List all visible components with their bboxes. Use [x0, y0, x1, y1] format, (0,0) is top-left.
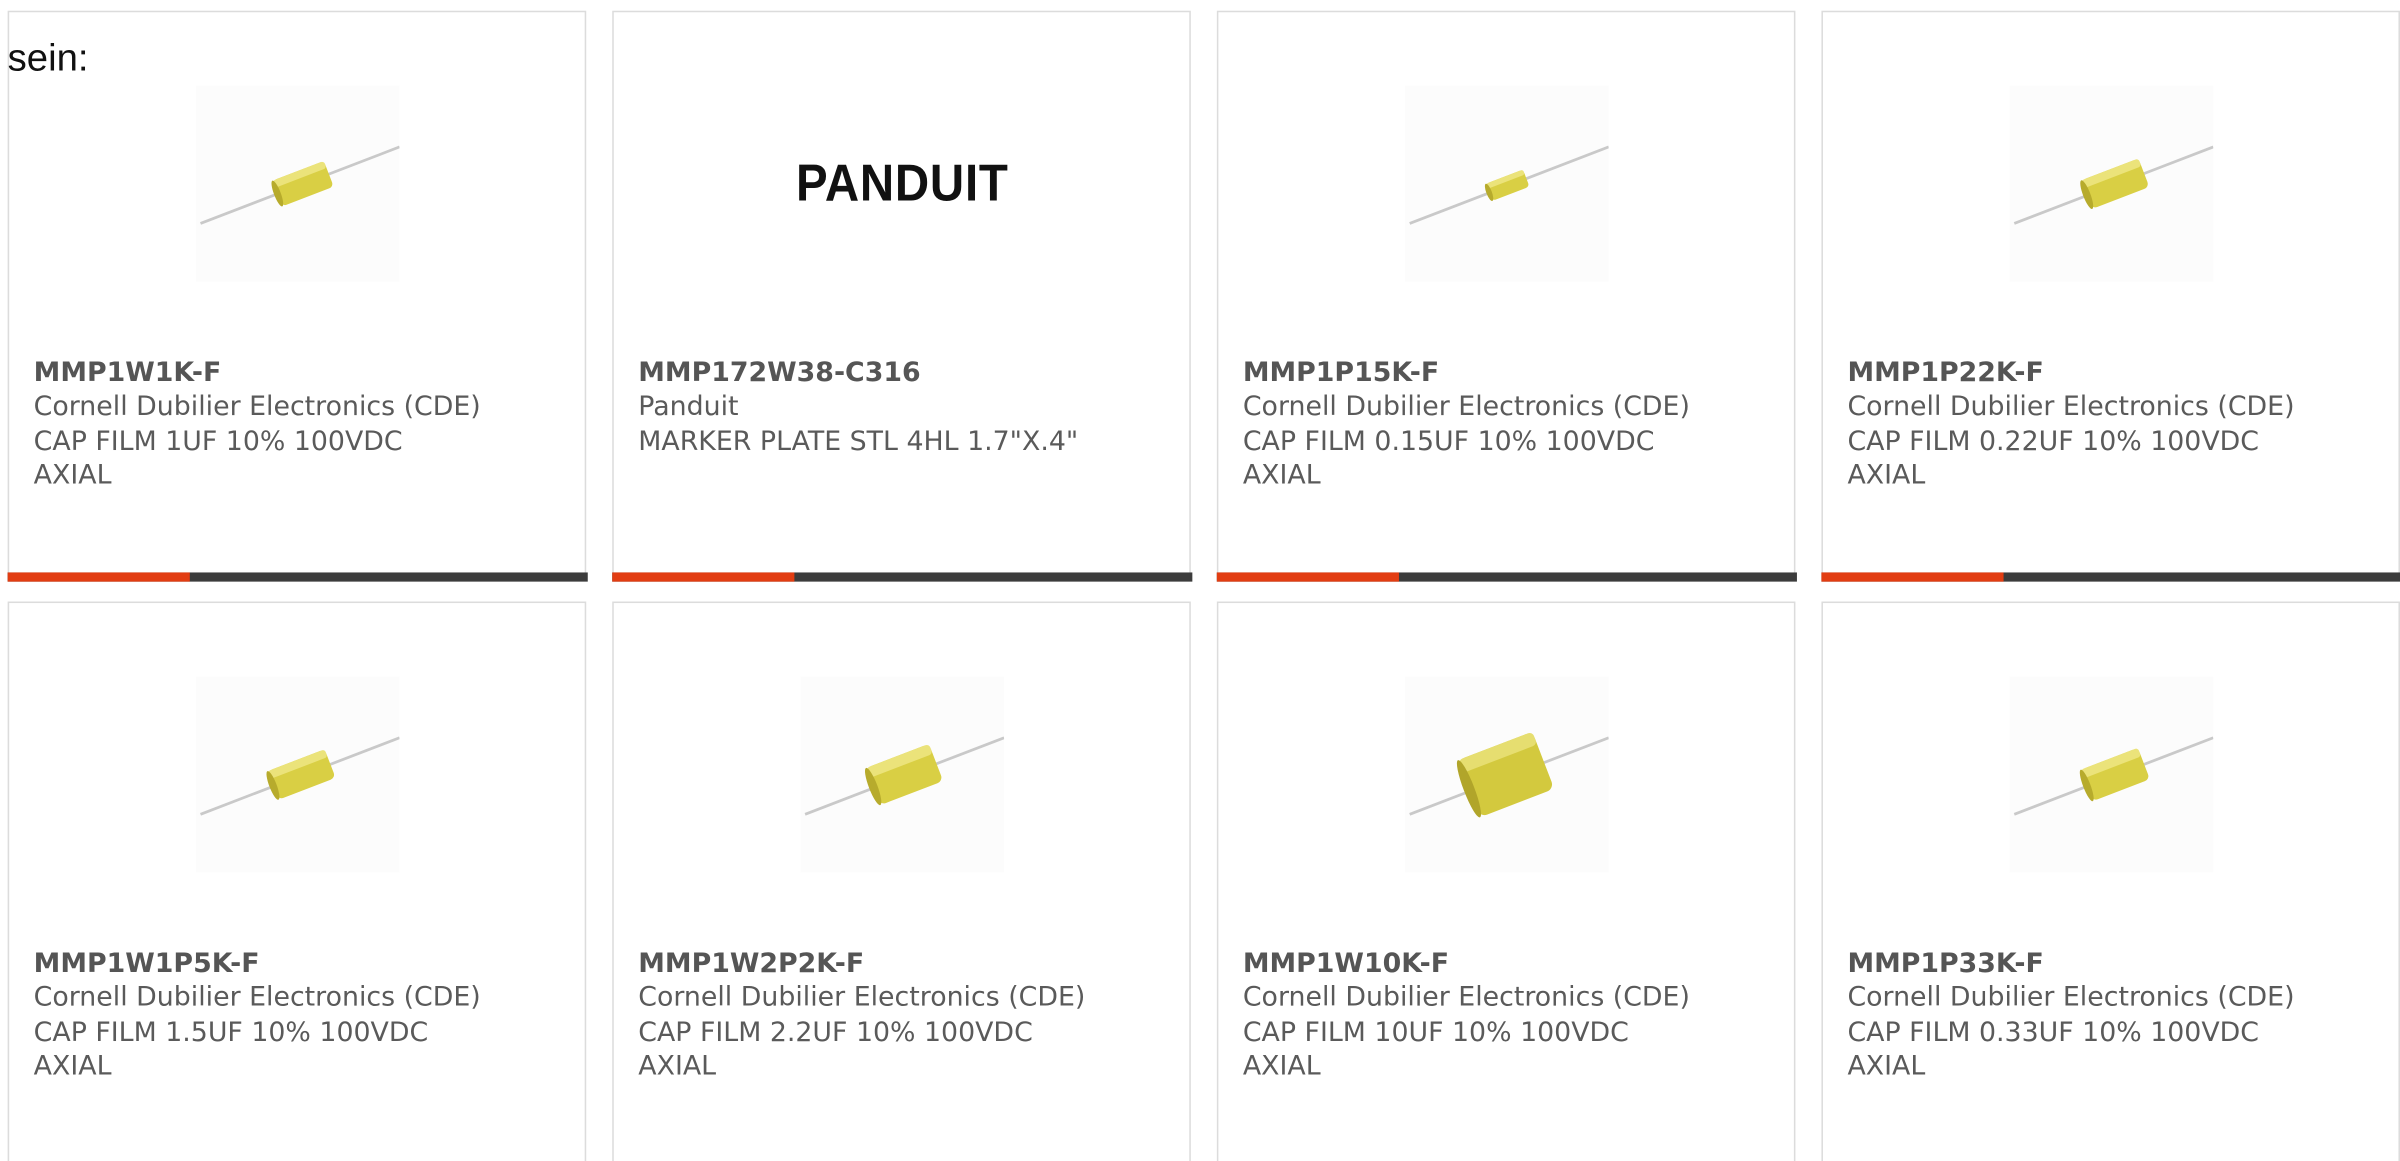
- card-bottom-bar: [6, 571, 587, 581]
- package: AXIAL: [1242, 460, 1321, 492]
- capacitor-image-icon: [195, 676, 400, 873]
- capacitor-image-icon: [2009, 85, 2214, 282]
- product-card[interactable]: PANDUIT MMP172W38-C316 Panduit MARKER PL…: [611, 10, 1192, 581]
- capacitor-image-icon: [2009, 676, 2214, 873]
- product-info: MMP1P33K-F Cornell Dubilier Electronics …: [1847, 947, 2386, 1084]
- card-bottom-bar: [611, 571, 1192, 581]
- product-card[interactable]: MMP1P22K-F Cornell Dubilier Electronics …: [1820, 10, 2400, 581]
- manufacturer: Cornell Dubilier Electronics (CDE): [1847, 983, 2295, 1014]
- description: CAP FILM 10UF 10% 100VDC: [1242, 1017, 1629, 1048]
- manufacturer: Panduit: [638, 392, 739, 423]
- capacitor-image-icon: [1405, 85, 1609, 282]
- description: MARKER PLATE STL 4HL 1.7"X.4": [638, 426, 1079, 458]
- manufacturer: Cornell Dubilier Electronics (CDE): [1242, 983, 1690, 1014]
- accent-bar: [1216, 571, 1399, 581]
- manufacturer: Cornell Dubilier Electronics (CDE): [33, 392, 481, 423]
- part-number[interactable]: MMP1P15K-F: [1243, 357, 1782, 391]
- card-bottom-bar: [1820, 571, 2400, 581]
- lead-text: sein:: [7, 36, 89, 80]
- manufacturer: Cornell Dubilier Electronics (CDE): [638, 983, 1086, 1014]
- capacitor-image-icon: [800, 676, 1005, 873]
- product-card[interactable]: MMP1W10K-F Cornell Dubilier Electronics …: [1216, 601, 1796, 1161]
- package: AXIAL: [1847, 460, 1926, 492]
- product-grid: MMP1W1K-F Cornell Dubilier Electronics (…: [6, 10, 2400, 1161]
- part-number[interactable]: MMP1P33K-F: [1847, 947, 2386, 981]
- package: AXIAL: [33, 460, 112, 492]
- description: CAP FILM 0.15UF 10% 100VDC: [1242, 426, 1655, 458]
- capacitor-image-icon: [195, 85, 400, 282]
- description: CAP FILM 1.5UF 10% 100VDC: [33, 1017, 429, 1048]
- description: CAP FILM 2.2UF 10% 100VDC: [638, 1017, 1033, 1048]
- part-number[interactable]: MMP172W38-C316: [638, 357, 1177, 391]
- product-info: MMP1W1P5K-F Cornell Dubilier Electronics…: [34, 947, 573, 1084]
- manufacturer: Cornell Dubilier Electronics (CDE): [1847, 392, 2295, 423]
- product-card[interactable]: MMP1P15K-F Cornell Dubilier Electronics …: [1216, 10, 1797, 581]
- package: AXIAL: [1242, 1051, 1321, 1082]
- product-info: MMP1W2P2K-F Cornell Dubilier Electronics…: [638, 947, 1177, 1084]
- page: sein: MMP1W1K-F Cornell Dubilier Electro…: [0, 0, 2400, 1161]
- product-info: MMP1W1K-F Cornell Dubilier Electronics (…: [34, 357, 573, 494]
- product-info: MMP1P15K-F Cornell Dubilier Electronics …: [1243, 357, 1782, 494]
- part-number[interactable]: MMP1W10K-F: [1243, 947, 1782, 981]
- product-card[interactable]: MMP1P33K-F Cornell Dubilier Electronics …: [1821, 601, 2400, 1161]
- product-info: MMP1P22K-F Cornell Dubilier Electronics …: [1847, 357, 2386, 494]
- capacitor-image-icon: [1405, 676, 1609, 873]
- part-number[interactable]: MMP1W2P2K-F: [638, 947, 1177, 981]
- accent-bar: [6, 571, 190, 581]
- panduit-logo: PANDUIT: [796, 86, 1008, 282]
- panduit-logo-text: PANDUIT: [795, 153, 1009, 213]
- description: CAP FILM 1UF 10% 100VDC: [33, 426, 403, 458]
- part-number[interactable]: MMP1P22K-F: [1847, 357, 2386, 391]
- package: AXIAL: [638, 1051, 717, 1082]
- product-card[interactable]: MMP1W1K-F Cornell Dubilier Electronics (…: [6, 10, 587, 581]
- part-number[interactable]: MMP1W1P5K-F: [34, 947, 573, 981]
- description: CAP FILM 0.22UF 10% 100VDC: [1847, 426, 2259, 458]
- product-card[interactable]: MMP1W2P2K-F Cornell Dubilier Electronics…: [612, 601, 1191, 1161]
- description: CAP FILM 0.33UF 10% 100VDC: [1847, 1017, 2259, 1048]
- product-info: MMP1W10K-F Cornell Dubilier Electronics …: [1243, 947, 1782, 1084]
- package: AXIAL: [1847, 1051, 1926, 1082]
- part-number[interactable]: MMP1W1K-F: [34, 357, 573, 391]
- accent-bar: [611, 571, 794, 581]
- manufacturer: Cornell Dubilier Electronics (CDE): [1242, 392, 1690, 423]
- card-bottom-bar: [1216, 571, 1797, 581]
- product-info: MMP172W38-C316 Panduit MARKER PLATE STL …: [638, 357, 1177, 459]
- manufacturer: Cornell Dubilier Electronics (CDE): [33, 983, 481, 1014]
- accent-bar: [1820, 571, 2003, 581]
- product-card[interactable]: MMP1W1P5K-F Cornell Dubilier Electronics…: [7, 601, 587, 1161]
- package: AXIAL: [33, 1051, 112, 1082]
